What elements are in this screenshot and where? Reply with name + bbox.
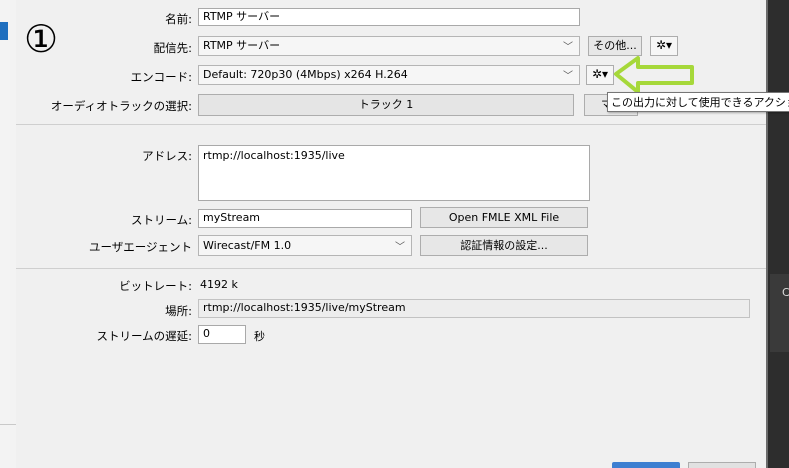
chevron-down-icon: ﹀ — [563, 71, 573, 82]
left-divider — [0, 424, 16, 425]
left-window-edge — [0, 0, 16, 468]
audio-track-label: オーディオトラックの選択: — [50, 99, 192, 113]
audio-track-button[interactable]: トラック 1 — [198, 94, 574, 116]
location-label: 場所: — [165, 304, 192, 318]
user-agent-label: ユーザエージェント — [88, 240, 192, 254]
right-dark-panel — [768, 0, 789, 468]
address-label: アドレス: — [142, 149, 192, 163]
gear-icon[interactable]: ✲▾ — [650, 36, 678, 56]
name-label: 名前: — [165, 12, 192, 26]
destination-select[interactable]: RTMP サーバー ﹀ — [198, 36, 580, 56]
bitrate-label: ビットレート: — [119, 279, 192, 293]
chevron-down-icon: ﹀ — [395, 242, 405, 253]
actions-tooltip: この出力に対して使用できるアクション — [607, 92, 789, 112]
name-field[interactable]: RTMP サーバー — [198, 8, 580, 26]
destination-value: RTMP サーバー — [203, 39, 281, 52]
address-field[interactable]: rtmp://localhost:1935/live — [198, 145, 590, 201]
bitrate-value: 4192 k — [200, 278, 238, 291]
destination-label: 配信先: — [153, 41, 192, 55]
chevron-down-icon: ﹀ — [563, 42, 573, 53]
section-divider — [16, 124, 766, 125]
step-number: ① — [23, 17, 59, 61]
cancel-button[interactable] — [688, 462, 756, 468]
delay-field[interactable]: 0 — [198, 325, 246, 344]
location-field: rtmp://localhost:1935/live/myStream — [198, 299, 750, 318]
gear-icon[interactable]: ✲▾ — [586, 65, 614, 85]
encoder-value: Default: 720p30 (4Mbps) x264 H.264 — [203, 68, 408, 81]
user-agent-select[interactable]: Wirecast/FM 1.0 ﹀ — [198, 235, 412, 256]
stream-label: ストリーム: — [130, 213, 192, 227]
auth-settings-button[interactable]: 認証情報の設定... — [420, 235, 588, 256]
open-fmle-button[interactable]: Open FMLE XML File — [420, 207, 588, 228]
right-edge-letter: C — [782, 286, 789, 299]
destination-other-button[interactable]: その他... — [588, 36, 642, 56]
delay-label: ストリームの遅延: — [96, 329, 192, 343]
encoder-label: エンコード: — [130, 70, 192, 84]
ok-button[interactable] — [612, 462, 680, 468]
delay-unit: 秒 — [254, 330, 265, 343]
user-agent-value: Wirecast/FM 1.0 — [203, 239, 292, 252]
left-accent-marker — [0, 22, 8, 40]
section-divider — [16, 268, 766, 269]
encoder-select[interactable]: Default: 720p30 (4Mbps) x264 H.264 ﹀ — [198, 65, 580, 85]
stream-field[interactable]: myStream — [198, 209, 412, 228]
